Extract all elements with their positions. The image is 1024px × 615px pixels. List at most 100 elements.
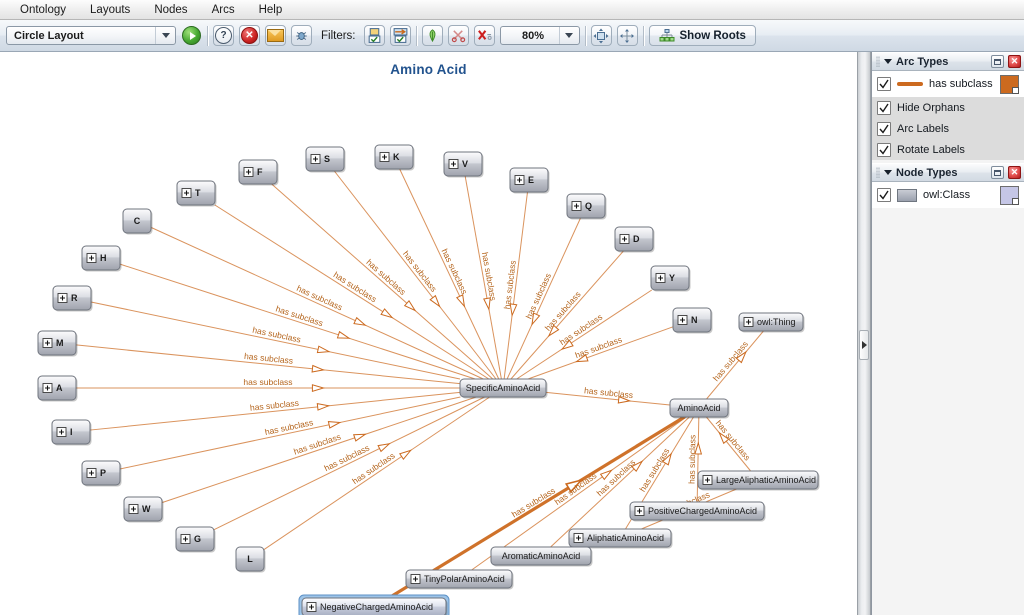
graph-edge[interactable] <box>90 301 461 380</box>
graph-node-AliphaticAminoAcid[interactable]: AliphaticAminoAcid <box>568 528 673 549</box>
fit-to-window-button[interactable] <box>590 25 612 46</box>
node-type-owl-class[interactable]: owl:Class <box>872 182 1024 208</box>
graph-node-TinyPolarAminoAcid[interactable]: TinyPolarAminoAcid <box>405 569 514 590</box>
graph-node-M[interactable]: M <box>37 330 78 357</box>
node-type-label: owl:Class <box>923 189 971 201</box>
maximize-icon[interactable] <box>991 55 1004 68</box>
maximize-icon[interactable] <box>991 166 1004 179</box>
graph-node-AromaticAminoAcid[interactable]: AromaticAminoAcid <box>490 546 593 567</box>
graph-node-LargeAliphaticAminoAcid[interactable]: LargeAliphaticAminoAcid <box>697 470 820 491</box>
chevron-down-icon[interactable] <box>558 27 579 44</box>
bug-icon <box>296 31 307 40</box>
arc-type-has-subclass[interactable]: has subclass <box>872 71 1024 97</box>
stop-button[interactable]: ✕ <box>239 25 260 46</box>
menu-item-arcs[interactable]: Arcs <box>200 2 247 18</box>
graph-node-D[interactable]: D <box>614 226 655 253</box>
graph-node-A[interactable]: A <box>37 375 78 402</box>
graph-node-N[interactable]: N <box>672 307 713 334</box>
graph-edge[interactable] <box>696 416 700 503</box>
menu-item-nodes[interactable]: Nodes <box>142 2 199 18</box>
mail-button[interactable] <box>265 25 286 46</box>
close-icon[interactable]: ✕ <box>1008 55 1021 68</box>
node-label: Y <box>669 273 675 283</box>
graph-canvas[interactable]: has subclass has subclass has subclass has … <box>0 52 857 615</box>
graph-node-PositiveChargedAminoAcid[interactable]: PositiveChargedAminoAcid <box>629 501 766 522</box>
show-roots-button[interactable]: Show Roots <box>648 25 756 46</box>
center-graph-button[interactable] <box>616 25 638 46</box>
menu-item-help[interactable]: Help <box>247 2 295 18</box>
drag-grip-icon[interactable] <box>876 167 880 178</box>
graph-node-T[interactable]: T <box>176 180 217 207</box>
option-hide-orphans[interactable]: Hide Orphans <box>872 97 1024 118</box>
cut-arc-button[interactable] <box>447 25 469 46</box>
graph-edge[interactable] <box>213 396 485 531</box>
arc-types-body: has subclass Hide Orphans Arc Labels Rot… <box>872 71 1024 160</box>
node-filter-button[interactable] <box>363 25 385 46</box>
run-layout-button[interactable] <box>181 25 202 46</box>
add-node-button[interactable] <box>421 25 443 46</box>
delete-node-button[interactable] <box>473 25 495 46</box>
node-label: K <box>393 152 400 162</box>
graph-node-AminoAcid[interactable]: AminoAcid <box>669 398 730 419</box>
close-icon[interactable]: ✕ <box>1008 166 1021 179</box>
graph-node-Y[interactable]: Y <box>650 265 691 292</box>
panel-splitter[interactable] <box>857 52 871 615</box>
arc-color-swatch[interactable] <box>1000 74 1019 94</box>
graph-node-Q[interactable]: Q <box>566 193 607 220</box>
graph-node-L[interactable]: L <box>235 546 266 573</box>
help-button[interactable]: ? <box>213 25 234 46</box>
arrowhead-icon <box>311 364 326 373</box>
graph-node-K[interactable]: K <box>374 144 415 171</box>
node-label: P <box>100 468 106 478</box>
graph-node-NegativeChargedAminoAcid[interactable]: NegativeChargedAminoAcid <box>298 594 450 615</box>
node-label: TinyPolarAminoAcid <box>424 574 505 584</box>
arc-label: has subclass <box>553 470 599 507</box>
toolbar-separator-1 <box>207 25 208 46</box>
arrowhead-icon <box>377 442 391 453</box>
graph-node-F[interactable]: F <box>238 159 279 186</box>
graph-node-I[interactable]: I <box>51 419 92 446</box>
arc-label: has subclass <box>244 351 294 366</box>
node-color-swatch[interactable] <box>1000 185 1019 205</box>
zoom-select[interactable]: 80% <box>499 26 580 45</box>
debug-button[interactable] <box>291 25 312 46</box>
graph-node-owl:Thing[interactable]: owl:Thing <box>738 312 805 333</box>
graph-node-E[interactable]: E <box>509 167 550 194</box>
graph-nodes[interactable]: T F S K V E Q D Y N C H R M A I P W G L SpecificAminoAcid Ami… <box>37 144 820 615</box>
option-rotate-labels[interactable]: Rotate Labels <box>872 139 1024 160</box>
graph-node-SpecificAminoAcid[interactable]: SpecificAminoAcid <box>459 378 548 399</box>
rotate-labels-checkbox[interactable] <box>877 142 891 157</box>
menu-item-ontology[interactable]: Ontology <box>8 2 78 18</box>
graph-node-W[interactable]: W <box>123 496 164 523</box>
chevron-down-icon[interactable] <box>884 170 892 175</box>
graph-node-R[interactable]: R <box>52 285 93 312</box>
collapse-right-icon[interactable] <box>859 330 869 360</box>
arc-types-header[interactable]: Arc Types ✕ <box>872 52 1024 71</box>
hide-orphans-checkbox[interactable] <box>877 100 891 115</box>
graph-node-H[interactable]: H <box>81 245 122 272</box>
graph-svg[interactable]: has subclasshas subclasshas subclass has … <box>0 52 857 615</box>
graph-edge[interactable] <box>706 330 764 400</box>
menu-item-layouts[interactable]: Layouts <box>78 2 142 18</box>
arc-labels-checkbox[interactable] <box>877 121 891 136</box>
node-label: G <box>194 534 201 544</box>
chevron-down-icon[interactable] <box>155 27 175 44</box>
graph-edge[interactable] <box>464 175 502 380</box>
arc-labels-label: Arc Labels <box>897 122 949 135</box>
graph-edge[interactable] <box>150 226 484 380</box>
graph-node-P[interactable]: P <box>81 460 122 487</box>
node-type-checkbox[interactable] <box>877 188 891 202</box>
chevron-down-icon[interactable] <box>884 59 892 64</box>
arrowhead-icon <box>399 449 413 461</box>
graph-node-S[interactable]: S <box>305 146 346 173</box>
drag-grip-icon[interactable] <box>876 56 880 67</box>
node-types-header[interactable]: Node Types ✕ <box>872 163 1024 182</box>
graph-node-C[interactable]: C <box>122 208 153 235</box>
arc-type-checkbox[interactable] <box>877 77 891 91</box>
arc-filter-button[interactable] <box>389 25 411 46</box>
option-arc-labels[interactable]: Arc Labels <box>872 118 1024 139</box>
arc-label: has subclass <box>584 385 634 400</box>
graph-node-G[interactable]: G <box>175 526 216 553</box>
layout-select[interactable]: Circle Layout <box>6 26 176 45</box>
graph-node-V[interactable]: V <box>443 151 484 178</box>
